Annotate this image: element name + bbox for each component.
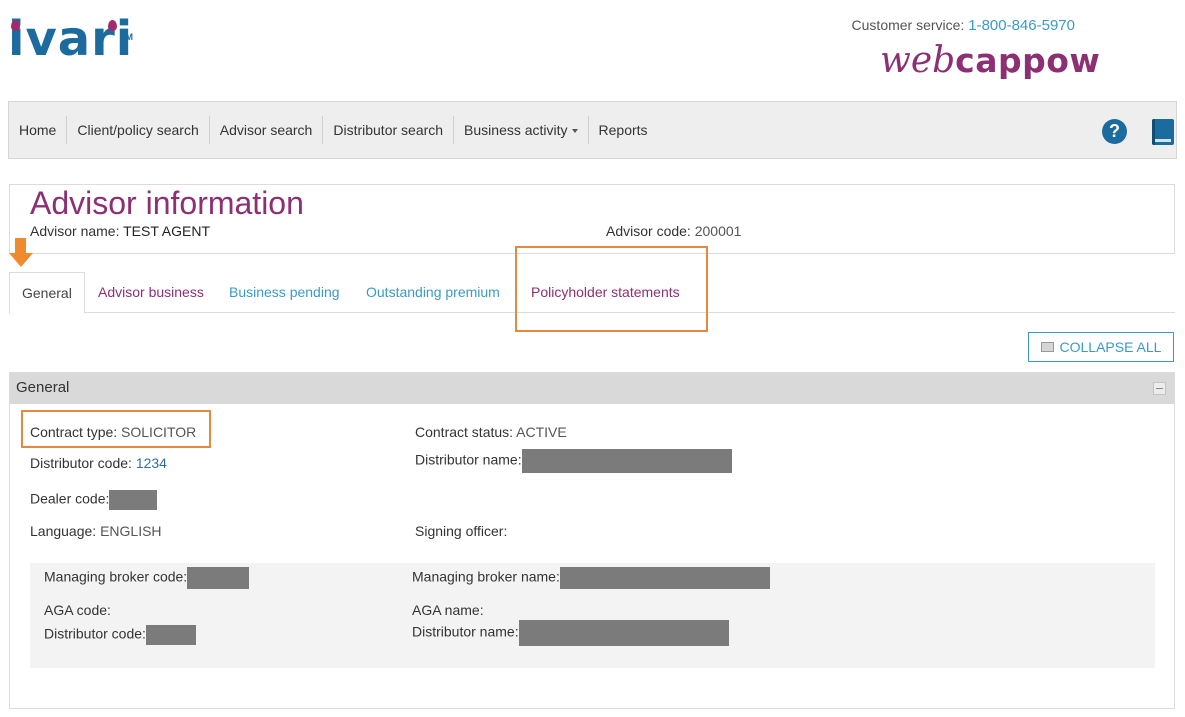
signing-officer: Signing officer:: [415, 523, 507, 539]
managing-broker-name: Managing broker name:: [412, 567, 770, 589]
managing-broker-code: Managing broker code:: [44, 567, 250, 589]
contract-status-label: Contract status:: [415, 424, 514, 440]
nav-home[interactable]: Home: [9, 116, 66, 144]
section-header[interactable]: General: [10, 373, 1174, 404]
managing-broker-code-label: Managing broker code:: [44, 568, 188, 585]
collapse-all-button[interactable]: COLLAPSE ALL: [1028, 332, 1174, 362]
collapse-all-label: COLLAPSE ALL: [1059, 339, 1162, 355]
advisor-code: Advisor code: 200001: [606, 223, 741, 239]
customer-service-label: Customer service:: [851, 17, 965, 33]
broker-distributor-code: Distributor code:: [44, 625, 196, 645]
trademark-mark: TM: [120, 32, 133, 42]
logo-dot-icon: [108, 20, 117, 31]
advisor-code-value: 200001: [694, 223, 742, 239]
dealer-code-label: Dealer code:: [30, 490, 110, 507]
brand-cappow: cappow: [955, 41, 1101, 80]
distributor-code-label: Distributor code:: [30, 455, 132, 471]
aga-name: AGA name:: [412, 602, 484, 618]
customer-service-phone[interactable]: 1-800-846-5970: [968, 17, 1075, 34]
customer-service: Customer service: 1-800-846-5970: [852, 17, 1075, 34]
book-icon[interactable]: [1152, 119, 1174, 145]
help-icon[interactable]: ?: [1102, 119, 1127, 144]
arrow-down-icon-head: [9, 253, 33, 267]
distributor-name: Distributor name:: [415, 449, 732, 473]
main-nav: Home Client/policy search Advisor search…: [8, 101, 1177, 159]
language-value: ENGLISH: [100, 523, 162, 539]
distributor-code: Distributor code: 1234: [30, 455, 167, 471]
language-label: Language:: [30, 523, 97, 539]
nav-business-activity-label: Business activity: [464, 122, 568, 138]
redacted-value: [521, 449, 732, 473]
logo-text: ivari: [8, 11, 134, 67]
page-title: Advisor information: [30, 185, 304, 221]
webcappow-logo: webcappow: [880, 40, 1100, 92]
highlight-contract-type: [21, 410, 211, 448]
section-toggle-icon[interactable]: [1153, 382, 1166, 395]
advisor-name-label: Advisor name:: [30, 223, 120, 239]
tab-business-pending[interactable]: Business pending: [217, 272, 352, 313]
dealer-code: Dealer code:: [30, 490, 158, 510]
brand-web: web: [880, 40, 956, 81]
nav-advisor-search[interactable]: Advisor search: [208, 116, 323, 144]
tab-outstanding-premium[interactable]: Outstanding premium: [354, 272, 512, 313]
logo-dot-icon: [11, 20, 20, 31]
redacted-value: [518, 620, 729, 646]
broker-distributor-name: Distributor name:: [412, 620, 729, 646]
contract-status-value: ACTIVE: [516, 424, 567, 440]
broker-distributor-code-label: Distributor code:: [44, 625, 146, 642]
redacted-value: [559, 567, 770, 589]
nav-distributor-search[interactable]: Distributor search: [322, 116, 453, 144]
ivari-logo[interactable]: ivari TM: [8, 8, 138, 70]
redacted-value: [109, 490, 158, 510]
nav-client-policy-search[interactable]: Client/policy search: [66, 116, 208, 144]
chevron-down-icon: [571, 129, 578, 134]
nav-reports[interactable]: Reports: [587, 116, 658, 144]
distributor-name-label: Distributor name:: [415, 451, 522, 468]
contract-status: Contract status: ACTIVE: [415, 424, 567, 440]
redacted-value: [145, 625, 196, 645]
distributor-code-value[interactable]: 1234: [136, 455, 167, 471]
section-title: General: [16, 379, 70, 396]
aga-code-label: AGA code:: [44, 602, 111, 618]
tab-advisor-business[interactable]: Advisor business: [86, 272, 216, 313]
advisor-info-box: Advisor information Advisor name: TEST A…: [9, 184, 1175, 254]
signing-officer-label: Signing officer:: [415, 523, 508, 539]
language: Language: ENGLISH: [30, 523, 162, 539]
advisor-name-value: TEST AGENT: [123, 223, 210, 239]
advisor-name: Advisor name: TEST AGENT: [30, 223, 210, 239]
advisor-code-label: Advisor code:: [606, 223, 691, 239]
managing-broker-name-label: Managing broker name:: [412, 568, 560, 585]
broker-panel: Managing broker code: Managing broker na…: [30, 563, 1155, 668]
redacted-value: [187, 567, 250, 589]
highlight-policyholder-statements: [515, 246, 708, 332]
broker-distributor-name-label: Distributor name:: [412, 623, 519, 640]
aga-code: AGA code:: [44, 602, 111, 618]
nav-business-activity[interactable]: Business activity: [453, 116, 587, 144]
aga-name-label: AGA name:: [412, 602, 484, 618]
collapse-icon: [1040, 342, 1054, 353]
tab-general[interactable]: General: [9, 272, 85, 314]
arrow-down-icon: [15, 238, 26, 253]
